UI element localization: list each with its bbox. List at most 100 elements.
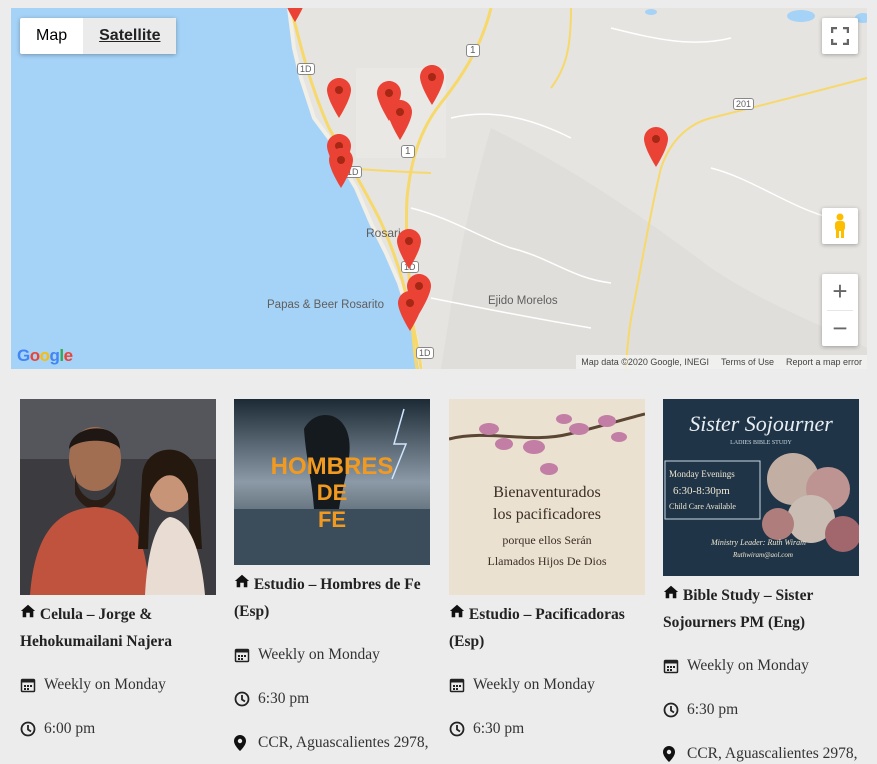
map-marker[interactable] — [397, 229, 421, 269]
event-card: Bienaventurados los pacificadores porque… — [449, 399, 645, 739]
highway-201-shield: 201 — [733, 98, 755, 110]
image-text-line: 6:30-8:30pm — [673, 485, 730, 497]
place-label: Papas & Beer Rosarito — [267, 299, 384, 311]
event-schedule: Weekly on Monday — [234, 645, 430, 665]
report-map-error-link[interactable]: Report a map error — [786, 357, 862, 367]
event-location: CCR, Aguascalientes 2978, — [234, 733, 430, 753]
image-text-line: Child Care Available — [669, 502, 736, 511]
clock-icon — [449, 721, 465, 737]
event-time: 6:30 pm — [663, 700, 859, 720]
event-time: 6:00 pm — [20, 719, 216, 739]
image-subheading: LADIES BIBLE STUDY — [730, 440, 792, 446]
map-marker[interactable] — [420, 65, 444, 105]
event-image[interactable]: Bienaventurados los pacificadores porque… — [449, 399, 645, 595]
home-icon — [663, 584, 679, 600]
image-text-line: Bienaventurados — [493, 484, 601, 501]
event-schedule: Weekly on Monday — [20, 675, 216, 695]
event-title-text: Bible Study – Sister Sojourners PM (Eng) — [663, 587, 814, 631]
clock-icon — [20, 721, 36, 737]
home-icon — [20, 603, 36, 619]
event-image[interactable]: HOMBRES DE FE — [234, 399, 430, 565]
pegman-icon — [835, 213, 845, 238]
highway-1-shield: 1 — [466, 44, 480, 57]
event-time-text: 6:30 pm — [687, 701, 739, 718]
map-marker[interactable] — [327, 78, 351, 118]
map-marker[interactable] — [283, 8, 307, 22]
couple-photo — [20, 399, 216, 595]
event-title[interactable]: Celula – Jorge & Hehokumailani Najera — [20, 601, 216, 655]
fullscreen-icon — [831, 27, 849, 45]
event-title[interactable]: Estudio – Pacificadoras (Esp) — [449, 601, 645, 655]
calendar-icon — [20, 677, 36, 693]
home-icon — [234, 573, 250, 589]
terms-of-use-link[interactable]: Terms of Use — [721, 357, 774, 367]
event-location: CCR, Aguascalientes 2978, — [663, 744, 859, 764]
city-label: Rosari — [366, 226, 401, 240]
map-canvas[interactable] — [11, 8, 867, 369]
clock-icon — [234, 691, 250, 707]
map-type-satellite-button[interactable]: Satellite — [83, 18, 177, 54]
pacificadoras-image: Bienaventurados los pacificadores porque… — [449, 399, 645, 595]
map-type-control: Map Satellite — [20, 18, 177, 54]
event-location-text: CCR, Aguascalientes 2978, — [258, 734, 429, 751]
zoom-out-button[interactable]: − — [822, 310, 858, 346]
map-data-attribution: Map data ©2020 Google, INEGI — [581, 357, 709, 367]
street-view-button[interactable] — [822, 208, 858, 244]
event-title[interactable]: Bible Study – Sister Sojourners PM (Eng) — [663, 582, 859, 636]
map-view[interactable]: 1 1 1D 1D 1D 1D 201 Rosari Papas & Beer … — [11, 8, 867, 369]
image-text-line: FE — [318, 507, 346, 532]
event-schedule-text: Weekly on Monday — [44, 676, 166, 693]
clock-icon — [663, 702, 679, 718]
image-heading: Sister Sojourner — [689, 411, 833, 436]
map-pin-icon — [663, 746, 679, 762]
event-image[interactable] — [20, 399, 216, 595]
calendar-icon — [234, 647, 250, 663]
image-text-line: Ruthwiram@aol.com — [732, 551, 793, 559]
map-marker[interactable] — [388, 100, 412, 140]
event-title-text: Celula – Jorge & Hehokumailani Najera — [20, 606, 172, 650]
map-type-map-button[interactable]: Map — [20, 18, 83, 54]
map-pin-icon — [234, 735, 250, 751]
event-title-text: Estudio – Hombres de Fe (Esp) — [234, 576, 421, 620]
event-card: Sister Sojourner LADIES BIBLE STUDY Mond… — [663, 399, 859, 764]
event-time-text: 6:30 pm — [473, 720, 525, 737]
event-time: 6:30 pm — [449, 719, 645, 739]
highway-1d-shield: 1D — [297, 63, 315, 75]
event-time-text: 6:00 pm — [44, 720, 96, 737]
event-schedule: Weekly on Monday — [449, 675, 645, 695]
hombres-de-fe-image: HOMBRES DE FE — [234, 399, 430, 565]
map-marker[interactable] — [329, 148, 353, 188]
fullscreen-button[interactable] — [822, 18, 858, 54]
event-schedule-text: Weekly on Monday — [258, 646, 380, 663]
google-logo[interactable]: Google — [17, 346, 73, 366]
map-marker[interactable] — [398, 291, 422, 331]
image-text-line: Ministry Leader: Ruth Wiram — [710, 538, 806, 547]
event-time: 6:30 pm — [234, 689, 430, 709]
image-text-line: los pacificadores — [493, 506, 601, 523]
event-schedule-text: Weekly on Monday — [687, 657, 809, 674]
highway-1d-shield: 1D — [416, 347, 434, 359]
event-title[interactable]: Estudio – Hombres de Fe (Esp) — [234, 571, 430, 625]
image-text-line: DE — [317, 480, 348, 505]
zoom-in-button[interactable]: + — [822, 274, 858, 310]
image-text-line: porque ellos Serán — [502, 533, 591, 547]
highway-1-shield: 1 — [401, 145, 415, 158]
image-text-line: Llamados Hijos De Dios — [488, 554, 607, 568]
sister-sojourner-image: Sister Sojourner LADIES BIBLE STUDY Mond… — [663, 399, 859, 576]
event-image[interactable]: Sister Sojourner LADIES BIBLE STUDY Mond… — [663, 399, 859, 576]
event-schedule: Weekly on Monday — [663, 656, 859, 676]
calendar-icon — [663, 658, 679, 674]
event-schedule-text: Weekly on Monday — [473, 676, 595, 693]
event-card: HOMBRES DE FE Estudio – Hombres de Fe (E… — [234, 399, 430, 753]
locality-label: Ejido Morelos — [488, 295, 558, 307]
map-marker[interactable] — [644, 127, 668, 167]
map-footer: Map data ©2020 Google, INEGI Terms of Us… — [576, 355, 867, 369]
home-icon — [449, 603, 465, 619]
event-title-text: Estudio – Pacificadoras (Esp) — [449, 606, 625, 650]
image-text-line: Monday Evenings — [669, 469, 735, 479]
calendar-icon — [449, 677, 465, 693]
zoom-control: + − — [822, 274, 858, 346]
event-card: Celula – Jorge & Hehokumailani Najera We… — [20, 399, 216, 739]
event-time-text: 6:30 pm — [258, 690, 310, 707]
image-text-line: HOMBRES — [271, 453, 394, 480]
